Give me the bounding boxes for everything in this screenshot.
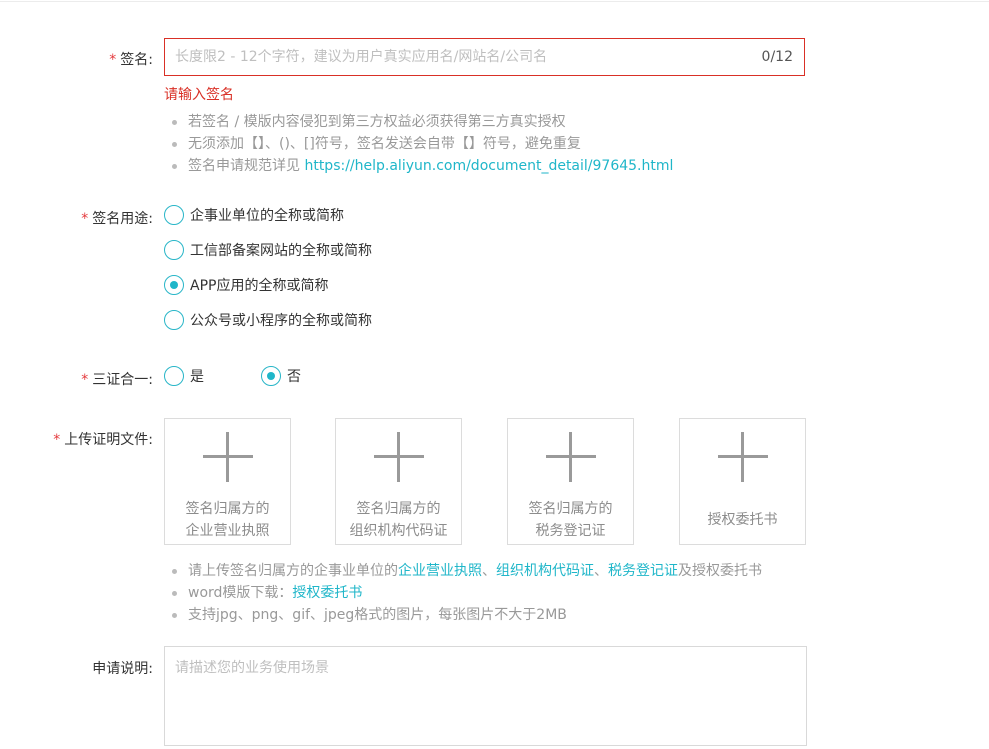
- radio-circle-icon: [164, 240, 184, 260]
- bullet-icon: [172, 142, 177, 147]
- required-mark: *: [53, 432, 61, 448]
- business-license-link[interactable]: 企业营业执照: [398, 563, 482, 579]
- tip-item: 若签名 / 模版内容侵犯到第三方权益必须获得第三方真实授权: [170, 111, 673, 133]
- radio-circle-icon: [164, 310, 184, 330]
- tip-item: 签名申请规范详见 https://help.aliyun.com/documen…: [170, 155, 673, 177]
- signature-input-box[interactable]: 0/12: [164, 38, 805, 76]
- signature-label: * 签名:: [109, 52, 153, 68]
- top-divider: [0, 1, 989, 2]
- org-code-cert-link[interactable]: 组织机构代码证: [496, 563, 594, 579]
- upload-caption: 签名归属方的: [185, 501, 270, 517]
- description-label: 申请说明:: [92, 661, 153, 677]
- plus-icon: [226, 432, 229, 482]
- required-mark: *: [81, 211, 89, 227]
- tip-item: 支持jpg、png、gif、jpeg格式的图片，每张图片不大于2MB: [170, 604, 762, 626]
- radio-checked-icon: [261, 366, 281, 386]
- signature-spec-link[interactable]: https://help.aliyun.com/document_detail/…: [304, 158, 673, 174]
- bullet-icon: [172, 120, 177, 125]
- upload-tax-registration[interactable]: 签名归属方的 税务登记证: [507, 418, 634, 545]
- upload-caption: 授权委托书: [707, 512, 778, 528]
- signature-error-message: 请输入签名: [164, 87, 234, 103]
- tax-registration-link[interactable]: 税务登记证: [608, 563, 678, 579]
- radio-circle-icon: [164, 366, 184, 386]
- upload-caption: 签名归属方的: [528, 501, 613, 517]
- plus-icon: [569, 432, 572, 482]
- required-mark: *: [109, 52, 117, 68]
- three-in-one-label: * 三证合一:: [81, 372, 153, 388]
- tip-item: word模版下载：授权委托书: [170, 582, 762, 604]
- upload-tips: 请上传签名归属方的企事业单位的企业营业执照、组织机构代码证、税务登记证及授权委托…: [170, 560, 762, 626]
- signature-char-counter: 0/12: [761, 49, 793, 65]
- upload-label: * 上传证明文件:: [53, 432, 153, 448]
- bullet-icon: [172, 569, 177, 574]
- radio-checked-icon: [164, 275, 184, 295]
- bullet-icon: [172, 164, 177, 169]
- purpose-label: * 签名用途:: [81, 211, 153, 227]
- radio-circle-icon: [164, 205, 184, 225]
- upload-caption: 签名归属方的: [356, 501, 441, 517]
- bullet-icon: [172, 591, 177, 596]
- description-textarea-box[interactable]: [164, 646, 807, 746]
- description-textarea[interactable]: [165, 647, 806, 745]
- upload-power-of-attorney[interactable]: 授权委托书: [679, 418, 806, 545]
- upload-caption: 企业营业执照: [185, 523, 270, 539]
- upload-caption: 组织机构代码证: [349, 523, 448, 539]
- plus-icon: [741, 432, 744, 482]
- upload-caption: 税务登记证: [535, 523, 606, 539]
- signature-input[interactable]: [165, 39, 745, 75]
- signature-tips: 若签名 / 模版内容侵犯到第三方权益必须获得第三方真实授权 无须添加【】、()、…: [170, 111, 673, 177]
- power-of-attorney-template-link[interactable]: 授权委托书: [292, 585, 362, 601]
- bullet-icon: [172, 613, 177, 618]
- required-mark: *: [81, 372, 89, 388]
- upload-org-code-cert[interactable]: 签名归属方的 组织机构代码证: [335, 418, 462, 545]
- plus-icon: [397, 432, 400, 482]
- tip-item: 无须添加【】、()、[]符号，签名发送会自带【】符号，避免重复: [170, 133, 673, 155]
- tip-item: 请上传签名归属方的企事业单位的企业营业执照、组织机构代码证、税务登记证及授权委托…: [170, 560, 762, 582]
- upload-business-license[interactable]: 签名归属方的 企业营业执照: [164, 418, 291, 545]
